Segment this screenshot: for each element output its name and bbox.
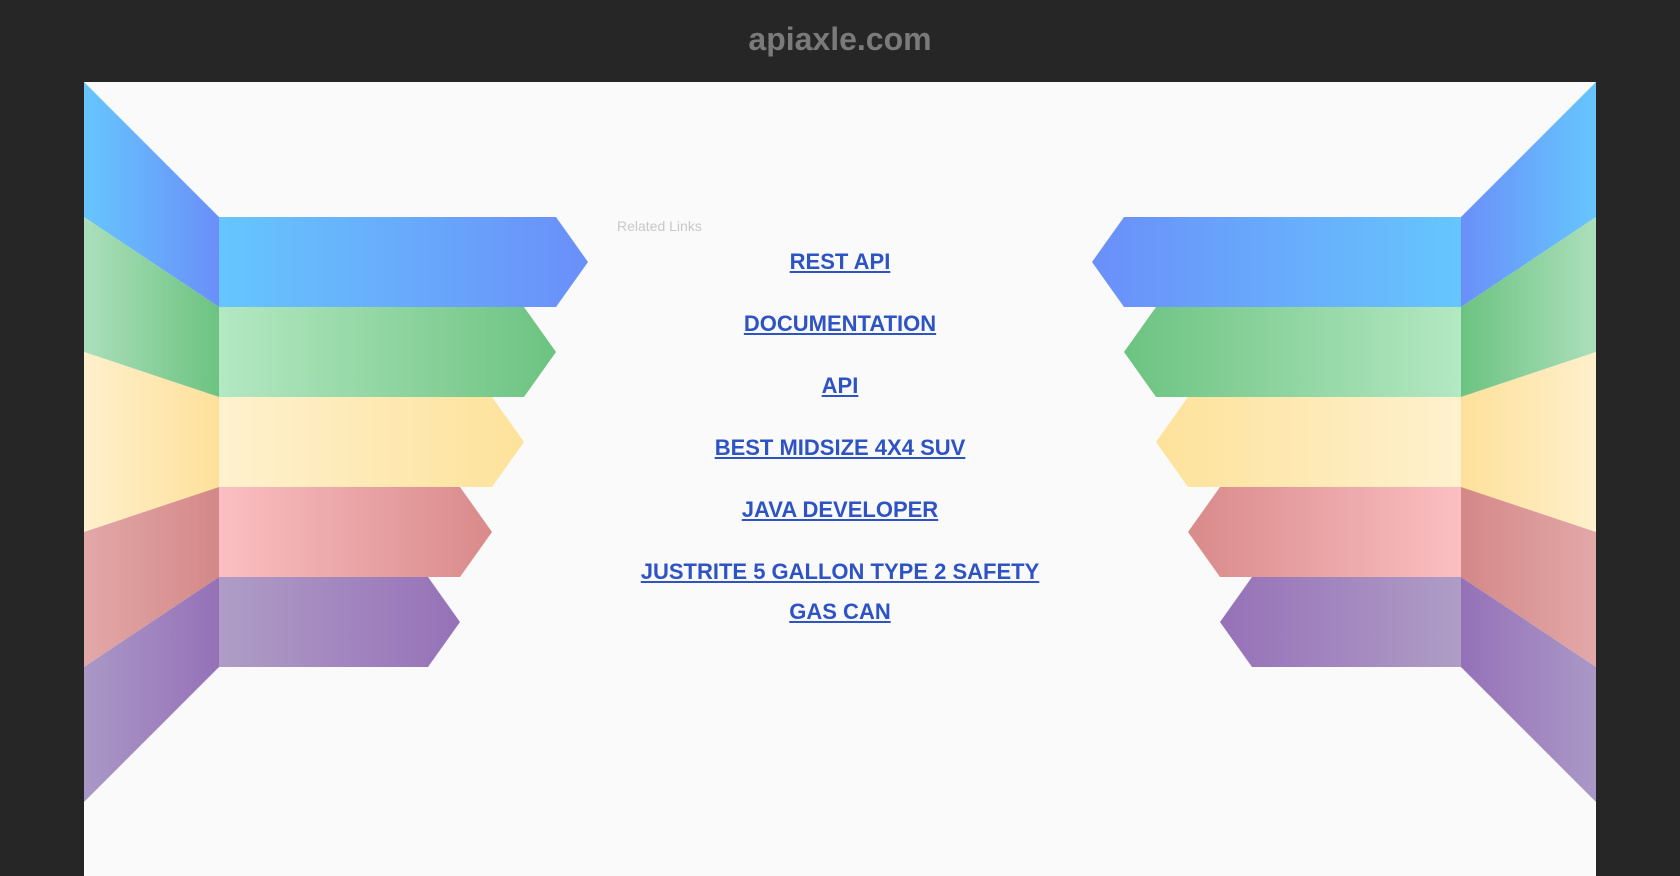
related-links-list: REST API DOCUMENTATION API BEST MIDSIZE …	[640, 242, 1040, 654]
related-link-best-midsize-4x4-suv[interactable]: BEST MIDSIZE 4X4 SUV	[640, 428, 1040, 468]
related-link-java-developer[interactable]: JAVA DEVELOPER	[640, 490, 1040, 530]
right-wing	[1461, 82, 1596, 802]
domain-title: apiaxle.com	[748, 21, 932, 57]
site-header: apiaxle.com	[0, 0, 1680, 82]
left-wing	[84, 82, 219, 802]
left-arrows	[219, 217, 588, 667]
related-link-documentation[interactable]: DOCUMENTATION	[640, 304, 1040, 344]
content-panel: Related Links REST API DOCUMENTATION API…	[84, 82, 1596, 876]
related-link-rest-api[interactable]: REST API	[640, 242, 1040, 282]
related-link-justrite-gas-can[interactable]: JUSTRITE 5 GALLON TYPE 2 SAFETY GAS CAN	[640, 552, 1040, 632]
right-arrows	[1092, 217, 1461, 667]
related-links-label: Related Links	[617, 218, 702, 234]
related-link-api[interactable]: API	[640, 366, 1040, 406]
